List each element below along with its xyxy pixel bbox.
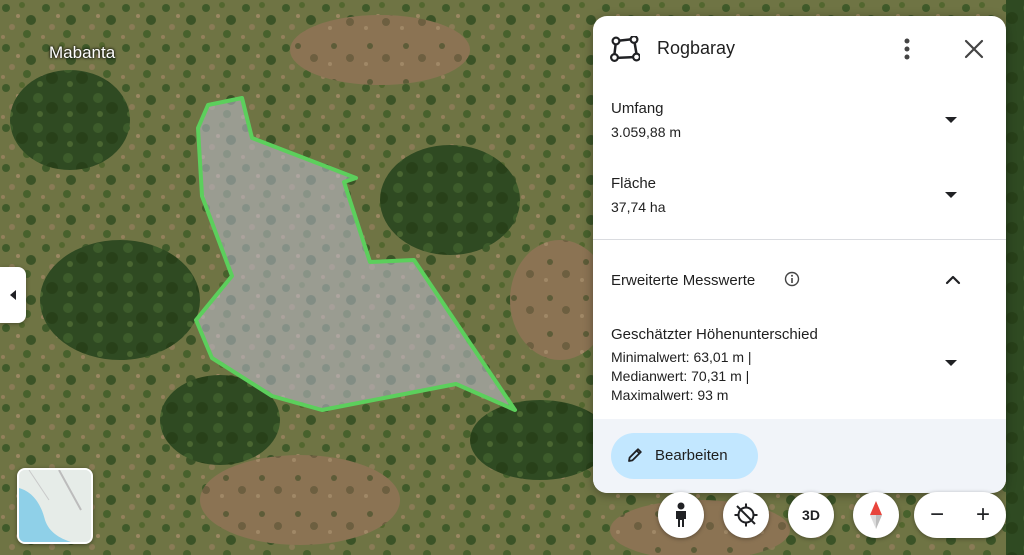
elevation-median: Medianwert: 70,31 m | — [611, 368, 750, 384]
zoom-out-button[interactable]: − — [914, 492, 960, 538]
polygon-icon — [610, 36, 640, 62]
zoom-in-label: + — [975, 501, 990, 528]
chevron-down-icon[interactable] — [941, 110, 961, 130]
panel-title: Rogbaray — [657, 38, 736, 58]
perimeter-row: Umfang 3.059,88 m — [593, 98, 1006, 148]
edit-button-label: Bearbeiten — [655, 447, 728, 464]
area-value: 37,74 ha — [611, 199, 666, 215]
measurement-panel: Rogbaray Umfang 3.059,88 m Fläche 37,74 … — [593, 16, 1006, 493]
advanced-measurements-label: Erweiterte Messwerte — [611, 272, 756, 289]
advanced-measurements-header[interactable]: Erweiterte Messwerte — [593, 264, 1006, 300]
close-icon[interactable] — [961, 36, 987, 62]
collapse-side-panel-button[interactable] — [0, 267, 26, 323]
zoom-in-button[interactable]: + — [960, 492, 1006, 538]
edit-button[interactable]: Bearbeiten — [611, 433, 758, 479]
more-vert-icon[interactable] — [895, 36, 919, 62]
location-off-icon — [734, 503, 758, 527]
area-row: Fläche 37,74 ha — [593, 173, 1006, 223]
street-view-button[interactable] — [658, 492, 704, 538]
perimeter-label: Umfang — [611, 100, 664, 117]
pencil-icon — [628, 448, 642, 462]
perimeter-value: 3.059,88 m — [611, 124, 682, 140]
chevron-down-icon[interactable] — [941, 185, 961, 205]
elevation-max: Maximalwert: 93 m — [611, 387, 729, 403]
place-label: Mabanta — [49, 43, 116, 62]
info-icon[interactable] — [784, 271, 800, 287]
panel-footer: Bearbeiten — [593, 419, 1006, 493]
3d-toggle-button[interactable]: 3D — [788, 492, 834, 538]
elevation-min: Minimalwert: 63,01 m | — [611, 349, 752, 365]
divider — [593, 239, 1006, 240]
area-label: Fläche — [611, 175, 657, 192]
zoom-out-label: − — [929, 501, 944, 528]
chevron-up-icon[interactable] — [943, 270, 963, 290]
elevation-values: Minimalwert: 63,01 m | Medianwert: 70,31… — [611, 348, 752, 405]
zoom-controls: − + — [914, 492, 1006, 538]
layers-minimap-button[interactable] — [17, 468, 93, 544]
compass-icon — [870, 501, 882, 529]
panel-header: Rogbaray — [593, 16, 1006, 80]
chevron-down-icon[interactable] — [941, 353, 961, 373]
compass-button[interactable] — [853, 492, 899, 538]
location-button[interactable] — [723, 492, 769, 538]
pegman-icon — [676, 502, 686, 527]
elevation-label: Geschätzter Höhenunterschied — [611, 326, 818, 343]
minimap-preview — [19, 470, 91, 542]
chevron-left-icon — [10, 290, 16, 300]
